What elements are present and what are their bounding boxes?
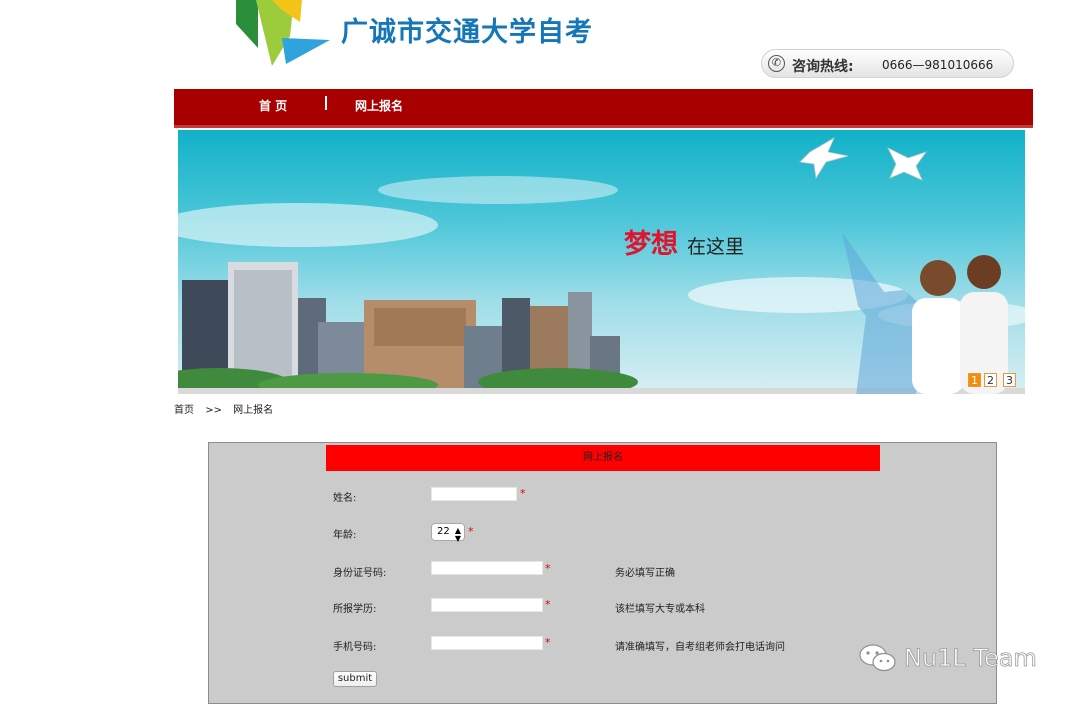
phone-required-mark: * [545, 636, 551, 649]
site-logo [232, 0, 332, 66]
banner-page-3[interactable]: 3 [1003, 373, 1016, 387]
phone-icon: ✆ [768, 55, 785, 72]
breadcrumb: 首页 >> 网上报名 [174, 401, 281, 416]
submit-button[interactable]: submit [333, 671, 377, 687]
hero-banner: 梦想 在这里 1 2 3 [178, 130, 1025, 394]
watermark: Nu1L Team [858, 642, 1048, 676]
id-number-input[interactable] [431, 561, 543, 575]
hotline-number: 0666—981010666 [882, 58, 994, 72]
phone-label: 手机号码: [333, 642, 377, 653]
education-input[interactable] [431, 598, 543, 612]
breadcrumb-current: 网上报名 [233, 405, 274, 416]
phone-input[interactable] [431, 636, 543, 650]
id-number-hint: 务必填写正确 [615, 568, 675, 579]
age-label: 年龄: [333, 530, 357, 541]
nav-divider [325, 96, 327, 110]
form-title: 网上报名 [326, 445, 880, 471]
id-number-required-mark: * [545, 562, 551, 575]
age-select[interactable]: 22 ▲ ▼ [431, 523, 465, 543]
watermark-text: Nu1L Team [904, 644, 1038, 673]
banner-scene [178, 137, 1025, 394]
name-label: 姓名: [333, 493, 357, 504]
banner-page-1[interactable]: 1 [968, 373, 981, 387]
banner-slogan-sub: 在这里 [687, 236, 745, 258]
wechat-icon [859, 644, 896, 672]
banner-page-2[interactable]: 2 [984, 373, 997, 387]
hotline-box: ✆ 咨询热线: 0666—981010666 [761, 49, 1014, 78]
main-nav: 首 页 网上报名 [174, 89, 1033, 128]
age-required-mark: * [468, 525, 474, 538]
banner-slogan-main: 梦想 [624, 229, 678, 260]
breadcrumb-home[interactable]: 首页 [174, 405, 194, 416]
nav-home[interactable]: 首 页 [259, 97, 287, 114]
name-input[interactable] [431, 487, 517, 501]
breadcrumb-separator: >> [205, 405, 222, 416]
education-required-mark: * [545, 598, 551, 611]
hotline-label: 咨询热线: [792, 59, 854, 75]
phone-hint: 请准确填写，自考组老师会打电话询问 [615, 642, 785, 653]
site-title: 广诚市交通大学自考 [341, 17, 593, 48]
age-select-value: 22 [437, 526, 450, 537]
nav-online-signup[interactable]: 网上报名 [355, 97, 403, 114]
education-label: 所报学历: [333, 604, 377, 615]
education-hint: 该栏填写大专或本科 [615, 604, 705, 615]
name-required-mark: * [520, 487, 526, 500]
select-arrows-icon: ▲ ▼ [454, 526, 461, 543]
id-number-label: 身份证号码: [333, 568, 387, 579]
